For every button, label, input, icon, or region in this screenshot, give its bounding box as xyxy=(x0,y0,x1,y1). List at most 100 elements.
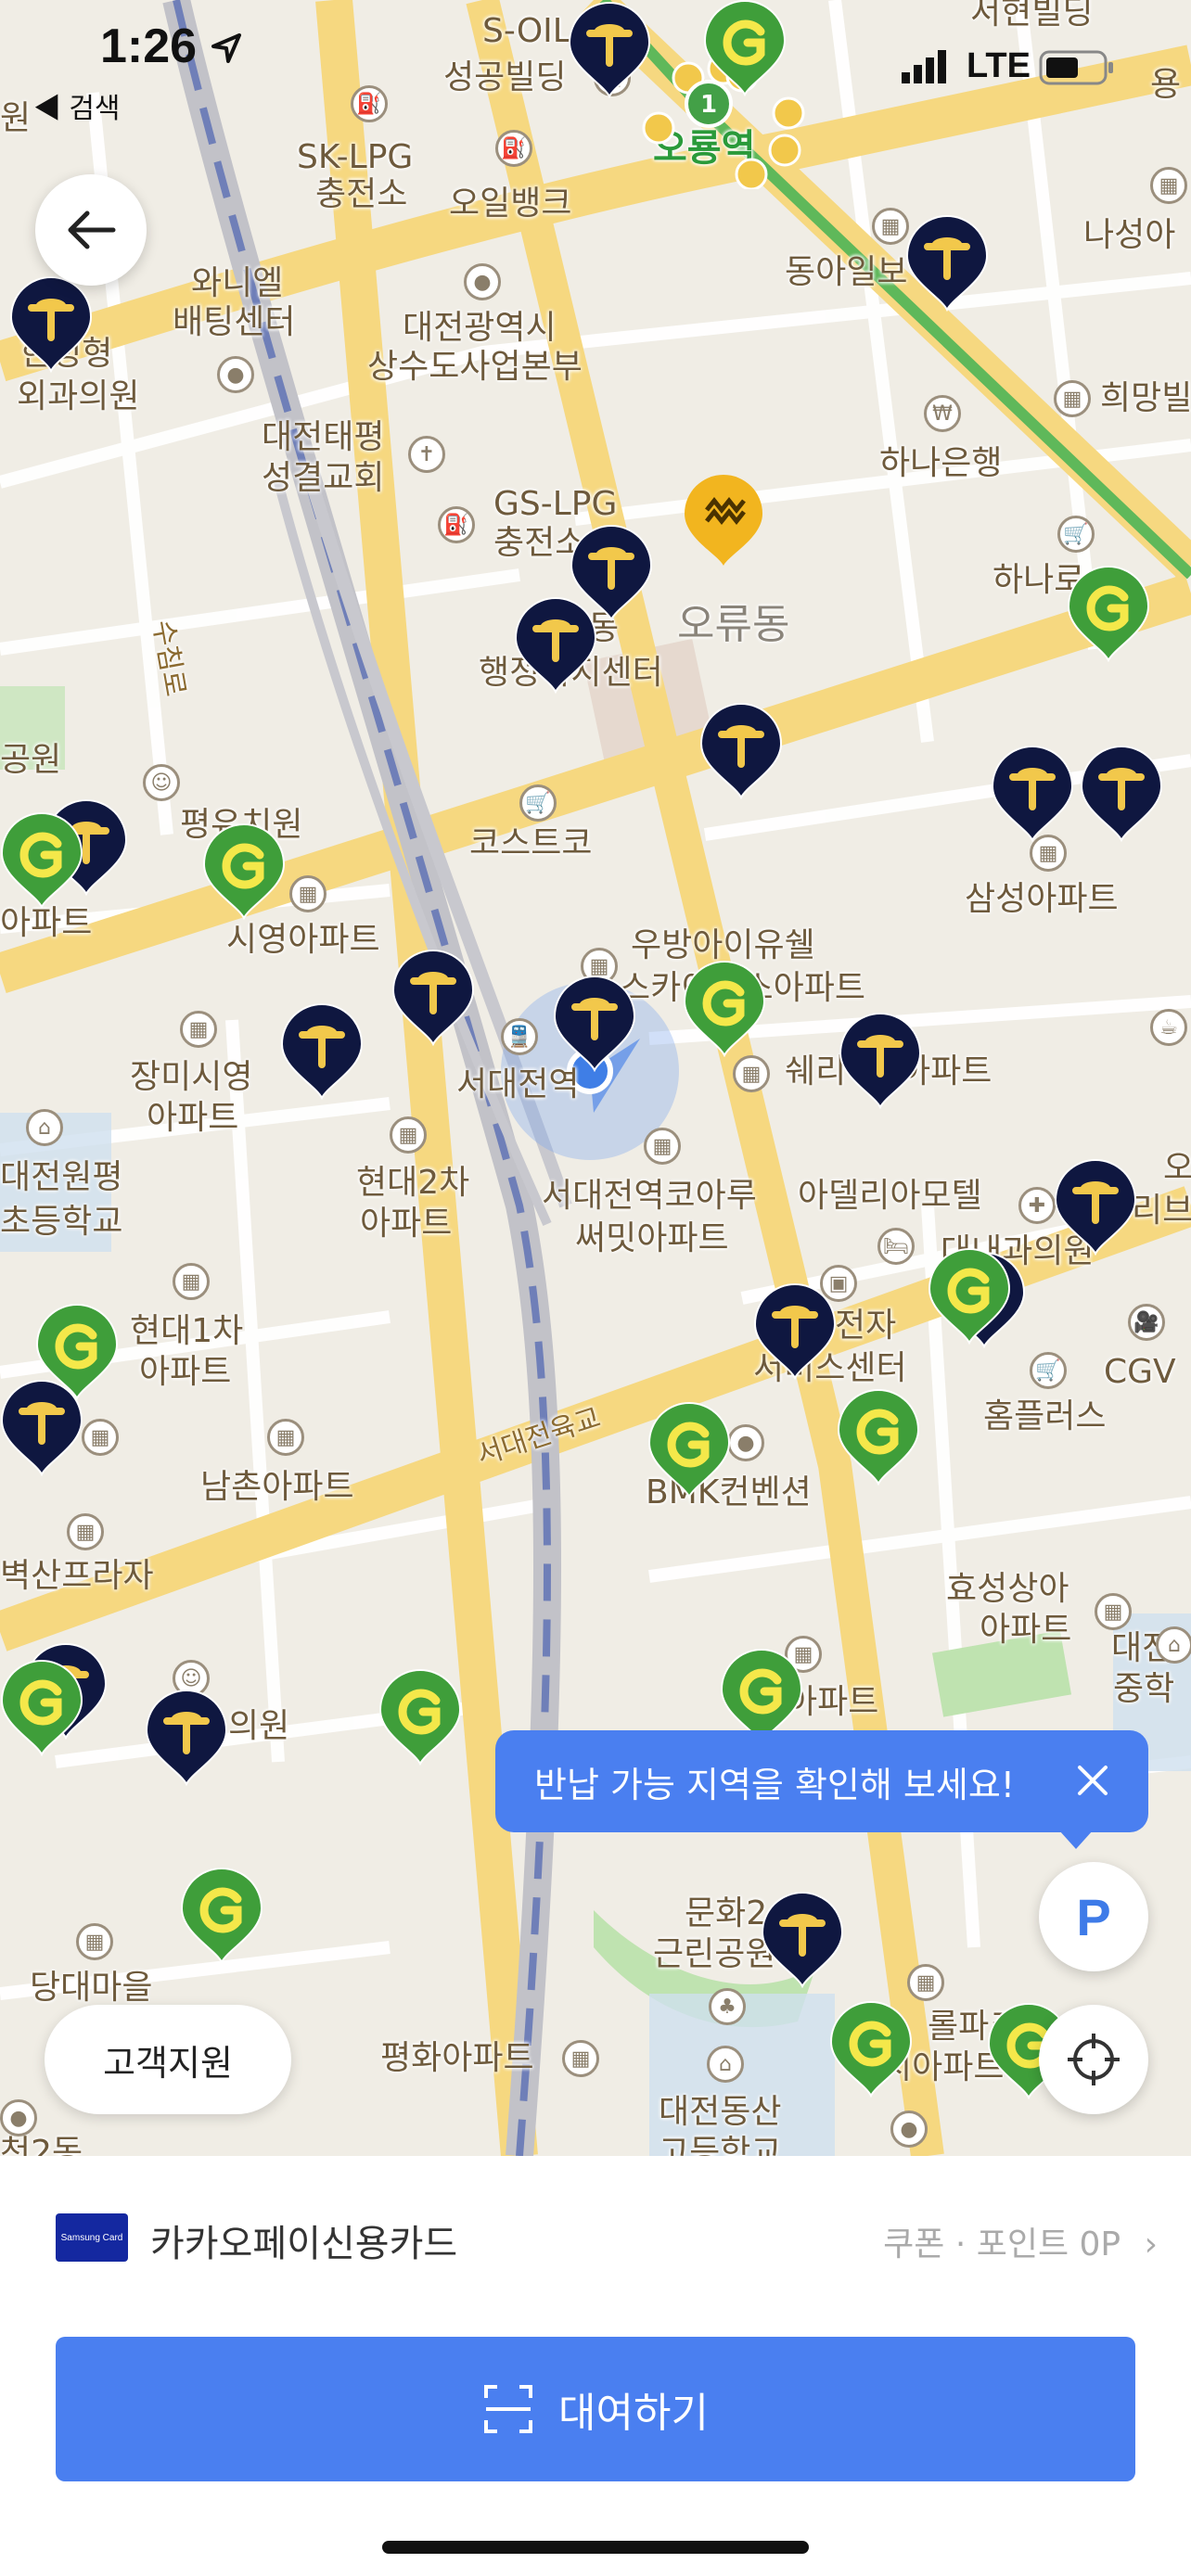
apartment-icon: ▦ xyxy=(267,1419,304,1456)
map-label: 하나은행 xyxy=(879,444,1003,482)
t-bike-pin-icon[interactable] xyxy=(514,597,597,694)
g-bike-pin-icon[interactable] xyxy=(378,1669,462,1766)
home-indicator xyxy=(382,2541,809,2554)
map-label: 나성아 xyxy=(1083,216,1176,254)
cafe-icon: ☕ xyxy=(1150,1009,1187,1046)
g-bike-pin-icon[interactable] xyxy=(829,2001,913,2098)
g-bike-pin-icon[interactable] xyxy=(0,812,83,909)
card-brand-logo: Samsung Card xyxy=(56,2213,128,2262)
apartment-icon: ▦ xyxy=(733,1055,770,1092)
t-bike-pin-icon[interactable] xyxy=(1080,746,1163,842)
g-bike-pin-icon[interactable] xyxy=(35,1304,119,1400)
map-label: 쉐리 xyxy=(785,1052,847,1090)
t-bike-pin-icon[interactable] xyxy=(761,1892,844,1988)
back-button[interactable] xyxy=(35,174,147,286)
special-rental-pin-icon[interactable] xyxy=(681,473,766,569)
t-bike-pin-icon[interactable] xyxy=(991,746,1074,842)
t-bike-pin-icon[interactable] xyxy=(839,1013,922,1109)
return-area-toast[interactable]: 반납 가능 지역을 확인해 보세요! xyxy=(495,1730,1148,1849)
map-label: 천2동 xyxy=(0,2134,83,2157)
coupon-point-link[interactable]: 쿠폰 · 포인트 0P › xyxy=(883,2217,1158,2265)
map-label: 전자 xyxy=(835,1307,897,1345)
gas-station-icon: ⛽ xyxy=(438,506,475,543)
t-bike-pin-icon[interactable] xyxy=(280,1003,364,1100)
map-label: 써밋아파트 xyxy=(575,1219,729,1257)
shopping-cart-icon: 🛒 xyxy=(519,784,557,822)
map-label: 우방아이유쉘 xyxy=(631,926,815,964)
apartment-icon: ▦ xyxy=(644,1128,681,1165)
map-label: 희망빌 xyxy=(1100,379,1191,417)
scan-icon xyxy=(484,2385,533,2433)
t-bike-pin-icon[interactable] xyxy=(391,950,475,1046)
map-label: 남촌아파트 xyxy=(200,1468,354,1506)
t-bike-pin-icon[interactable] xyxy=(905,215,989,312)
t-bike-pin-icon[interactable] xyxy=(553,976,636,1072)
poi-dot-icon: ● xyxy=(464,263,501,300)
parking-label: P xyxy=(1076,1887,1111,1946)
school-icon: ⌂ xyxy=(1156,1626,1191,1664)
school-icon: ⌂ xyxy=(26,1109,63,1146)
status-time: 1:26 xyxy=(100,19,198,73)
battery-icon xyxy=(1039,50,1113,85)
map-label: GS-LPG xyxy=(493,485,618,523)
cinema-icon: 🎥 xyxy=(1128,1304,1165,1341)
map-label: 아파트 xyxy=(139,1353,232,1391)
station-label[interactable]: 서대전역 xyxy=(456,1066,579,1103)
train-icon: 🚆 xyxy=(501,1018,538,1055)
poi-dot-icon: ● xyxy=(890,2111,928,2148)
apartment-icon: ▦ xyxy=(907,1964,944,2001)
g-bike-pin-icon[interactable] xyxy=(1067,566,1150,662)
map-label: 오일뱅크 xyxy=(449,185,572,223)
g-bike-pin-icon[interactable] xyxy=(647,1402,731,1498)
map-label: 대전광역시 xyxy=(403,309,557,347)
map-label: 아파트 xyxy=(147,1099,239,1137)
back-to-app-link[interactable]: ◀ 검색 xyxy=(33,85,121,126)
g-bike-pin-icon[interactable] xyxy=(683,961,766,1057)
g-bike-pin-icon[interactable] xyxy=(180,1868,263,1964)
g-bike-pin-icon[interactable] xyxy=(0,1660,83,1756)
rent-button[interactable]: 대여하기 xyxy=(56,2337,1135,2481)
close-icon[interactable] xyxy=(1074,1762,1111,1799)
map-label: 벽산프라자 xyxy=(0,1557,154,1595)
map-label: 장미시영 xyxy=(130,1058,253,1096)
t-bike-pin-icon[interactable] xyxy=(1054,1159,1137,1256)
church-icon: ✝ xyxy=(408,436,445,473)
map-label: 대전동산 xyxy=(659,2093,782,2131)
g-bike-pin-icon[interactable] xyxy=(837,1389,920,1486)
map-label: 와니엘 xyxy=(191,264,284,302)
back-arrow-icon xyxy=(68,210,116,249)
apartment-icon: ▦ xyxy=(390,1116,427,1154)
parking-button[interactable]: P xyxy=(1039,1862,1148,1971)
payment-card-name[interactable]: 카카오페이신용카드 xyxy=(150,2213,457,2267)
map-label: 공원 xyxy=(0,741,62,779)
map-label: 초등학교 xyxy=(0,1203,123,1241)
map-label: 고등학교 xyxy=(659,2134,782,2157)
locate-me-button[interactable] xyxy=(1039,2005,1148,2114)
kindergarten-icon: ☺ xyxy=(143,764,180,801)
map-label: 현대1차 xyxy=(130,1312,244,1350)
network-type: LTE xyxy=(967,46,1031,85)
map-label: 근린공원 xyxy=(653,1935,776,1973)
toast-message: 반납 가능 지역을 확인해 보세요! xyxy=(534,1764,1016,1805)
map-label: 효성상아 xyxy=(946,1570,1069,1608)
apartment-icon: ▦ xyxy=(173,1263,210,1300)
map-label: 아파트 xyxy=(360,1205,453,1243)
map-label: 아파트 xyxy=(0,904,93,942)
customer-support-button[interactable]: 고객지원 xyxy=(45,2005,291,2114)
g-bike-pin-icon[interactable] xyxy=(928,1248,1011,1345)
map-label: 배팅센터 xyxy=(173,303,296,341)
map-label: 대전태평 xyxy=(262,418,385,456)
t-bike-pin-icon[interactable] xyxy=(753,1283,837,1380)
building-poi-icon: ▦ xyxy=(1054,380,1091,417)
map-label: 상수도사업본부 xyxy=(367,348,583,386)
t-bike-pin-icon[interactable] xyxy=(145,1690,228,1786)
map-label: 아델리아모텔 xyxy=(798,1177,982,1215)
map-view[interactable]: S-OIL 성공빌딩 서현빌딩 용 오룡역 SK-LPG 충전소 오일뱅크 원 … xyxy=(0,0,1191,2156)
t-bike-pin-icon[interactable] xyxy=(699,703,783,799)
g-bike-pin-icon[interactable] xyxy=(202,823,286,920)
map-label: 문화2 xyxy=(685,1894,768,1932)
t-bike-pin-icon[interactable] xyxy=(9,276,93,373)
map-label: 당대마을 xyxy=(30,1969,153,2007)
map-label: SK-LPG xyxy=(297,138,414,176)
poi-dot-icon: ● xyxy=(217,356,254,393)
